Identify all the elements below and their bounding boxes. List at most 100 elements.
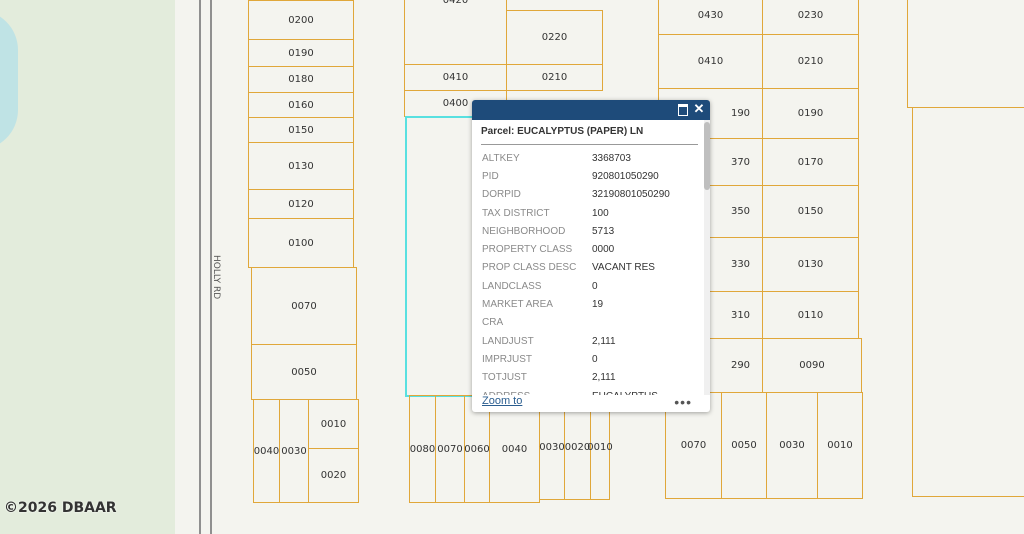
parcel-label: 370 (730, 156, 751, 168)
parcel-r0210[interactable]: 0210 (762, 34, 859, 89)
attribute-row: PID 920801050290 (482, 167, 704, 185)
parcel-label: 0420 (442, 0, 469, 6)
attribute-key: ALTKEY (482, 152, 520, 164)
attribute-value: 32190801050290 (592, 189, 670, 201)
popup-title: Parcel: EUCALYPTUS (PAPER) LN (481, 126, 644, 137)
attribute-key: LANDCLASS (482, 280, 542, 292)
park-area (0, 0, 175, 534)
attribute-row: ALTKEY 3368703 (482, 149, 704, 167)
parcel-0130[interactable]: 0130 (248, 142, 354, 190)
parcel-label: 0130 (797, 259, 824, 270)
attribute-value: 0 (592, 280, 598, 292)
parcel-label: 0410 (697, 56, 724, 67)
parcel-r0150[interactable]: 0150 (762, 185, 859, 238)
parcel-0420[interactable]: 0420 (404, 0, 507, 65)
attribute-row: MARKET AREA 19 (482, 295, 704, 313)
parcel-rb0030[interactable]: 0030 (766, 392, 818, 499)
parcel-label: 0070 (437, 443, 463, 455)
parcel-b0070[interactable]: 0070 (435, 395, 465, 503)
parcel-0180[interactable]: 0180 (248, 66, 354, 93)
parcel-label: 330 (730, 259, 751, 270)
parcel-b0080[interactable]: 0080 (409, 395, 436, 503)
parcel-label: 0210 (797, 56, 824, 67)
attribute-value: 920801050290 (592, 170, 659, 182)
parcel-label: 0410 (442, 72, 469, 83)
maximize-icon[interactable] (676, 102, 690, 116)
parcel-popup[interactable]: ✕ Parcel: EUCALYPTUS (PAPER) LN ALTKEY 33… (472, 100, 710, 412)
parcel-0200[interactable]: 0200 (248, 0, 354, 40)
parcel-label: 0160 (288, 99, 314, 111)
parcel-r0410[interactable]: 0410 (658, 34, 763, 89)
attribute-value: 0000 (592, 244, 615, 256)
parcel-label: 0210 (541, 72, 568, 83)
attribute-row: NEIGHBORHOOD 5713 (482, 222, 704, 240)
attribute-row: ADDRESSEUCALYPTUS (482, 387, 704, 396)
scrollbar-thumb[interactable] (704, 122, 710, 190)
parcel-label: 310 (730, 309, 751, 321)
attribute-value: 2,111 (592, 335, 616, 347)
attribute-key: TAX DISTRICT (482, 207, 550, 219)
parcel-label: 0030 (281, 445, 307, 457)
road-label: HOLLY RD (211, 255, 221, 300)
parcel-far-right-top[interactable] (907, 0, 1024, 108)
zoom-to-link[interactable]: Zoom to (482, 395, 522, 407)
attribute-row: DORPID 32190801050290 (482, 186, 704, 204)
attribute-row: TAX DISTRICT 100 (482, 204, 704, 222)
parcel-far-right[interactable] (912, 107, 1024, 497)
parcel-r0170[interactable]: 0170 (762, 138, 859, 186)
more-options-icon[interactable]: ••• (674, 394, 692, 410)
parcel-r0230[interactable]: 0230 (762, 0, 859, 35)
parcel-0070[interactable]: 0070 (251, 267, 357, 345)
attribute-key: MARKET AREA (482, 299, 553, 311)
attribute-row: TOTJUST 2,111 (482, 369, 704, 387)
parcel-0150[interactable]: 0150 (248, 117, 354, 143)
attribute-value: VACANT RES (592, 262, 655, 274)
parcel-0100[interactable]: 0100 (248, 218, 354, 268)
parcel-label: 0180 (288, 74, 314, 85)
attribute-key: TOTJUST (482, 372, 527, 384)
parcel-label: 0070 (291, 300, 317, 312)
parcel-label: 0060 (464, 443, 490, 455)
attribute-key: NEIGHBORHOOD (482, 225, 566, 237)
attribute-key: PROPERTY CLASS (482, 244, 573, 256)
parcel-label: 0120 (288, 198, 314, 210)
attribute-value: 100 (592, 207, 609, 219)
parcel-rb0010[interactable]: 0010 (817, 392, 863, 499)
close-icon[interactable]: ✕ (692, 102, 706, 116)
parcel-label: 0010 (320, 418, 347, 430)
copyright-watermark: ©2026 DBAAR (4, 500, 117, 516)
parcel-label: 0220 (541, 32, 568, 43)
parcel-0010[interactable]: 0010 (308, 399, 359, 449)
parcel-label: 0170 (797, 156, 824, 168)
parcel-label: 0070 (680, 440, 707, 451)
parcel-0030[interactable]: 0030 (279, 399, 309, 503)
attribute-row: IMPRJUST 0 (482, 350, 704, 368)
parcel-label: 0010 (587, 442, 613, 453)
parcel-0050[interactable]: 0050 (251, 344, 357, 400)
attribute-row: LANDCLASS 0 (482, 277, 704, 295)
parcel-r0130[interactable]: 0130 (762, 237, 859, 292)
parcel-label: 0110 (797, 309, 824, 321)
road-edge (199, 0, 201, 534)
attribute-key: PROP CLASS DESC (482, 262, 577, 274)
attribute-key: IMPRJUST (482, 353, 532, 365)
parcel-0190[interactable]: 0190 (248, 39, 354, 67)
parcel-0020[interactable]: 0020 (308, 448, 359, 503)
parcel-r0430[interactable]: 0430 (658, 0, 763, 35)
parcel-rb0050[interactable]: 0050 (721, 392, 767, 499)
parcel-r0190[interactable]: 0190 (762, 88, 859, 139)
parcel-0120[interactable]: 0120 (248, 189, 354, 219)
parcel-label: 0100 (288, 237, 314, 249)
attribute-key: DORPID (482, 189, 521, 201)
parcel-0220[interactable]: 0220 (506, 10, 603, 65)
parcel-0040[interactable]: 0040 (253, 399, 280, 503)
parcel-r0110[interactable]: 0110 (762, 291, 859, 339)
parcel-label: 0050 (291, 366, 317, 378)
parcel-0210[interactable]: 0210 (506, 64, 603, 91)
parcel-label: 350 (730, 206, 751, 217)
parcel-r0090[interactable]: 0090 (762, 338, 862, 393)
parcel-0160[interactable]: 0160 (248, 92, 354, 118)
attribute-value: 3368703 (592, 152, 631, 164)
parcel-0410[interactable]: 0410 (404, 64, 507, 91)
popup-divider (481, 144, 698, 145)
